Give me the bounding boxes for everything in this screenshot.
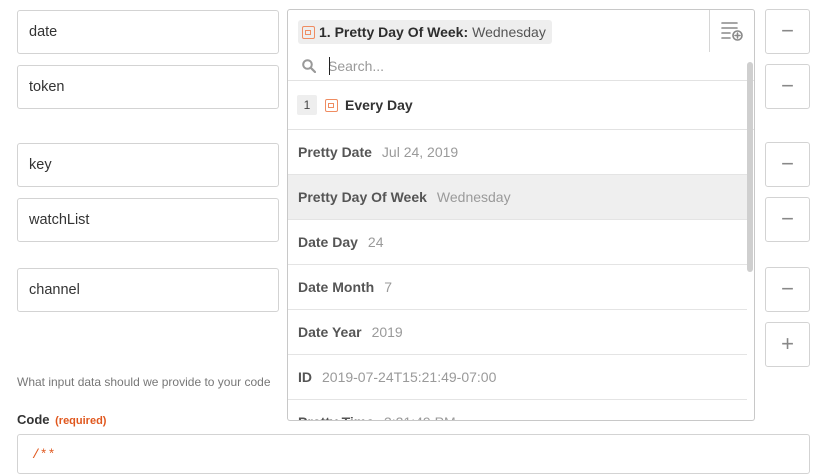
remove-row-button[interactable]: − xyxy=(765,64,810,109)
dropdown-option[interactable]: Date Year 2019 xyxy=(288,310,747,355)
input-data-help-text: What input data should we provide to you… xyxy=(17,375,271,389)
option-label: Date Year xyxy=(298,324,362,340)
option-label: Date Month xyxy=(298,279,375,295)
value-field-date[interactable]: 1. Pretty Day Of Week: Wednesday xyxy=(287,9,755,53)
selected-value-pill[interactable]: 1. Pretty Day Of Week: Wednesday xyxy=(298,20,552,44)
option-value: Jul 24, 2019 xyxy=(381,144,459,160)
add-row-button[interactable]: + xyxy=(765,322,810,367)
text-cursor xyxy=(329,57,330,75)
key-field-text: key xyxy=(29,157,52,173)
key-field-key[interactable]: key xyxy=(17,143,279,187)
option-value: Wednesday xyxy=(436,189,511,205)
option-value: 7 xyxy=(384,279,393,295)
dropdown-option[interactable]: Date Month 7 xyxy=(288,265,747,310)
key-field-text: date xyxy=(29,24,58,40)
pill-value: Wednesday xyxy=(472,24,546,40)
dropdown-option[interactable]: Pretty Day Of Week Wednesday xyxy=(288,175,747,220)
options-list: Pretty Date Jul 24, 2019 Pretty Day Of Wee… xyxy=(288,130,754,420)
key-field-text: channel xyxy=(29,282,80,298)
minus-icon: − xyxy=(781,205,794,231)
option-value: 2019-07-24T15:21:49-07:00 xyxy=(322,369,497,385)
option-label: Pretty Time xyxy=(298,414,374,420)
option-value: 2019 xyxy=(371,324,403,340)
dropdown-search[interactable] xyxy=(288,52,754,81)
insert-data-button[interactable] xyxy=(709,10,754,52)
code-label-text: Code xyxy=(17,412,50,427)
minus-icon: − xyxy=(781,17,794,43)
dropdown-option[interactable]: Date Day 24 xyxy=(288,220,747,265)
search-input[interactable] xyxy=(328,58,708,74)
option-label: Pretty Day Of Week xyxy=(298,189,427,205)
key-field-text: watchList xyxy=(29,212,90,228)
option-value: 3:21:49 PM xyxy=(384,414,456,420)
dropdown-option[interactable]: ID 2019-07-24T15:21:49-07:00 xyxy=(288,355,747,400)
app-icon xyxy=(302,25,315,39)
step-name: Every Day xyxy=(345,97,413,113)
key-field-channel[interactable]: channel xyxy=(17,268,279,312)
minus-icon: − xyxy=(781,275,794,301)
step-number-badge: 1 xyxy=(297,95,317,115)
code-editor[interactable]: /** xyxy=(17,434,810,474)
step-header[interactable]: 1 Every Day xyxy=(288,81,754,130)
option-label: Pretty Date xyxy=(298,144,372,160)
key-field-token[interactable]: token xyxy=(17,65,279,109)
key-field-date[interactable]: date xyxy=(17,10,279,54)
plus-icon: + xyxy=(781,330,794,356)
search-icon xyxy=(302,59,316,73)
option-label: ID xyxy=(298,369,312,385)
option-label: Date Day xyxy=(298,234,358,250)
dropdown-option[interactable]: Pretty Date Jul 24, 2019 xyxy=(288,130,747,175)
remove-row-button[interactable]: − xyxy=(765,197,810,242)
option-value: 24 xyxy=(367,234,384,250)
dropdown-scrollbar[interactable] xyxy=(747,62,753,272)
key-field-watchlist[interactable]: watchList xyxy=(17,198,279,242)
data-picker-dropdown: 1 Every Day Pretty DateJul 24, 2019Prett… xyxy=(287,52,755,421)
app-icon xyxy=(325,98,338,112)
key-field-text: token xyxy=(29,79,65,95)
remove-row-button[interactable]: − xyxy=(765,142,810,187)
code-first-line: /** xyxy=(32,447,56,462)
remove-row-button[interactable]: − xyxy=(765,267,810,312)
insert-data-icon xyxy=(721,22,743,41)
required-marker: (required) xyxy=(55,415,107,427)
code-label: Code (required) xyxy=(17,412,106,427)
minus-icon: − xyxy=(781,150,794,176)
minus-icon: − xyxy=(781,72,794,98)
dropdown-option[interactable]: Pretty Time 3:21:49 PM xyxy=(288,400,747,420)
remove-row-button[interactable]: − xyxy=(765,9,810,54)
pill-label: 1. Pretty Day Of Week: xyxy=(319,24,469,40)
